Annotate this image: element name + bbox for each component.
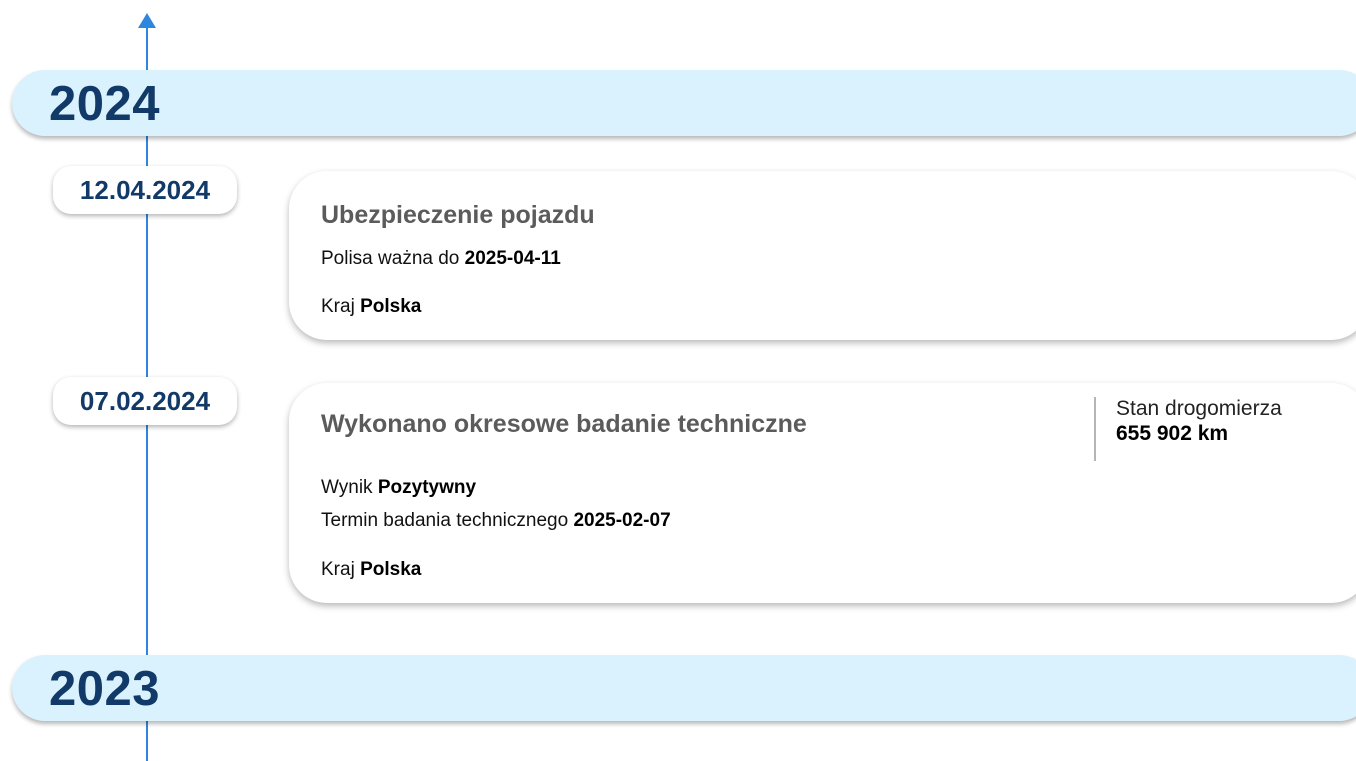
- year-label: 2023: [49, 662, 161, 716]
- country-row: Kraj Polska: [321, 559, 421, 581]
- result-value: Pozytywny: [377, 477, 477, 498]
- odometer-value: 655 902 km: [1116, 422, 1229, 445]
- country-value: Polska: [360, 559, 422, 580]
- result-label: Wynik: [321, 477, 373, 498]
- country-row: Kraj Polska: [321, 296, 421, 318]
- event-card-insurance[interactable]: Ubezpieczenie pojazdu Polisa ważna do 20…: [289, 171, 1356, 340]
- event-card-inspection[interactable]: Wykonano okresowe badanie techniczne Sta…: [289, 383, 1356, 603]
- event-date-badge: 07.02.2024: [53, 377, 237, 425]
- arrow-up-icon: [138, 13, 156, 28]
- vehicle-history-timeline: 2024 12.04.2024 Ubezpieczenie pojazdu Po…: [0, 0, 1356, 761]
- year-label: 2024: [49, 77, 161, 131]
- policy-valid-until: Polisa ważna do 2025-04-11: [321, 248, 561, 270]
- country-value: Polska: [360, 296, 422, 317]
- result-row: Wynik Pozytywny: [321, 477, 476, 499]
- policy-value: 2025-04-11: [464, 248, 561, 269]
- year-header-2024: 2024: [12, 70, 1356, 136]
- event-date-badge: 12.04.2024: [53, 166, 237, 214]
- event-title: Ubezpieczenie pojazdu: [321, 201, 595, 229]
- deadline-value: 2025-02-07: [573, 510, 671, 531]
- country-label: Kraj: [321, 296, 355, 317]
- inspection-deadline-row: Termin badania technicznego 2025-02-07: [321, 510, 671, 532]
- odometer-reading: Stan drogomierza 655 902 km: [1094, 397, 1282, 461]
- year-header-2023: 2023: [12, 655, 1356, 721]
- deadline-label: Termin badania technicznego: [321, 510, 569, 531]
- country-label: Kraj: [321, 559, 355, 580]
- odometer-label: Stan drogomierza: [1116, 397, 1282, 420]
- policy-label: Polisa ważna do: [321, 248, 460, 269]
- event-title: Wykonano okresowe badanie techniczne: [321, 410, 807, 438]
